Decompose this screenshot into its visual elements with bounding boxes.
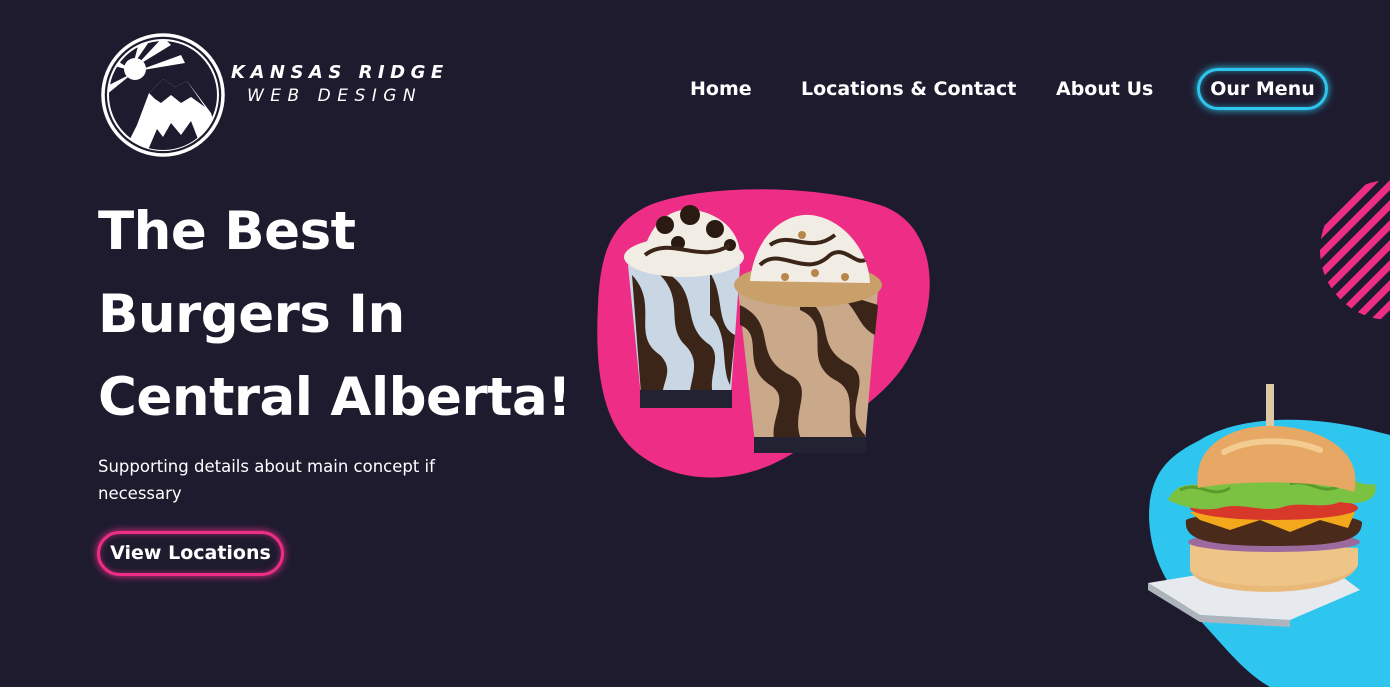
striped-circle-decoration (1315, 180, 1390, 320)
nav-about-us[interactable]: About Us (1056, 68, 1153, 110)
nav-home[interactable]: Home (690, 68, 752, 110)
nav-locations-contact[interactable]: Locations & Contact (801, 68, 1016, 110)
view-locations-button[interactable]: View Locations (97, 531, 284, 576)
brand-name-line2: WEB DESIGN (247, 86, 423, 106)
burger-image (1140, 380, 1390, 687)
hero-subtitle: Supporting details about main concept if… (98, 457, 435, 503)
brand-name-line1: KANSAS RIDGE (231, 62, 449, 83)
hero-title: The Best Burgers In Central Alberta! (98, 201, 571, 428)
logo[interactable] (101, 33, 225, 157)
sun-mountain-logo-icon (101, 33, 225, 157)
brand-name[interactable]: KANSAS RIDGE WEB DESIGN (231, 64, 449, 105)
nav-our-menu-button[interactable]: Our Menu (1197, 68, 1328, 110)
milkshakes-image (590, 185, 940, 485)
